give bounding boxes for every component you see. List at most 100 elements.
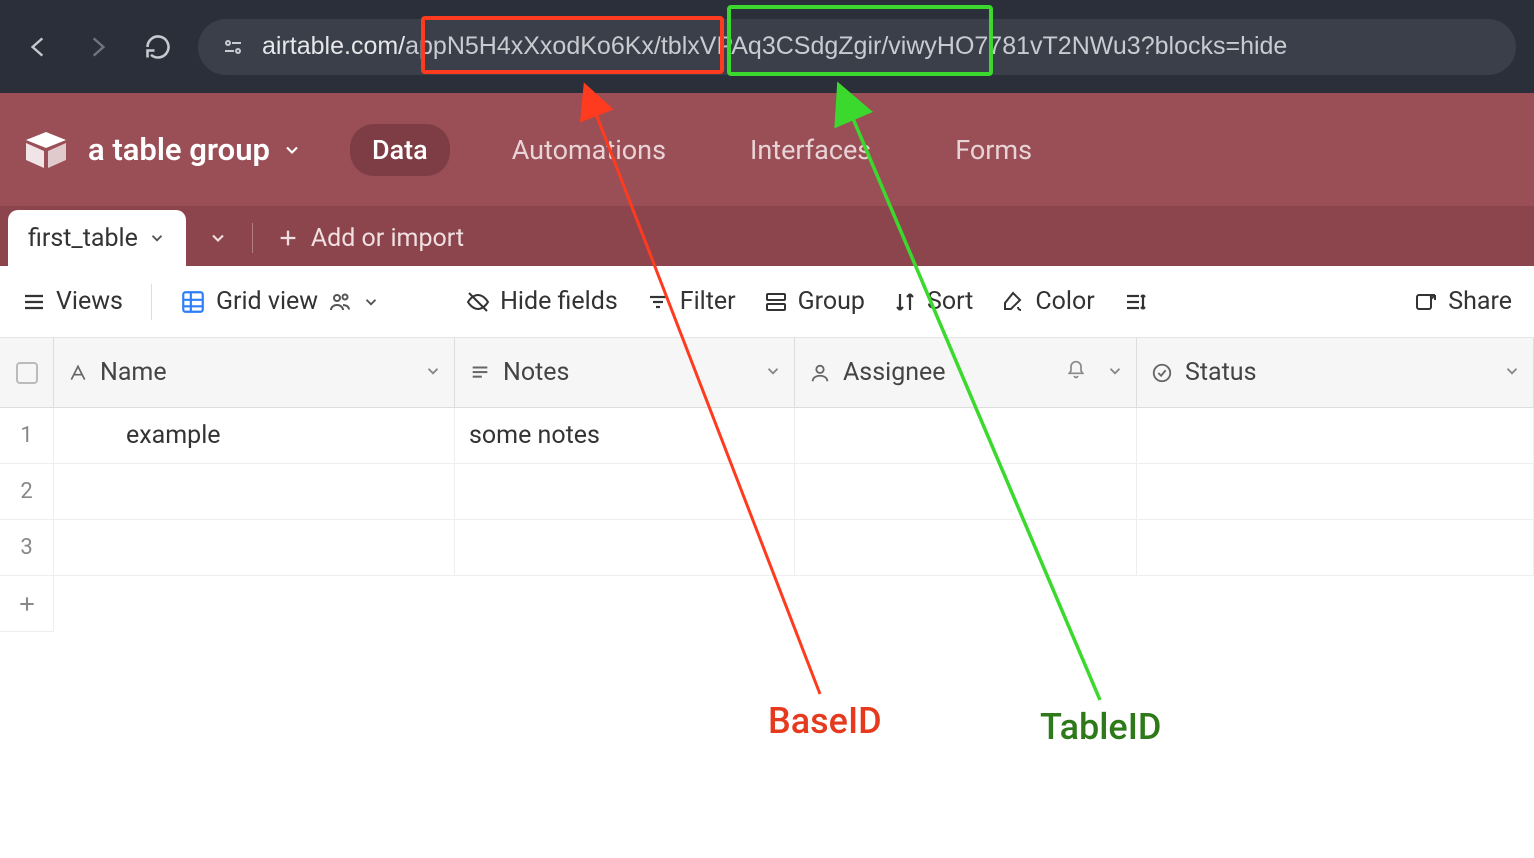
row-height-button[interactable]: [1123, 290, 1147, 314]
column-header-name[interactable]: Name: [54, 338, 455, 407]
annotation-label-tableid: TableID: [1040, 706, 1161, 748]
grid-view-label: Grid view: [216, 287, 318, 316]
grid-header: Name Notes Assignee Status: [0, 338, 1534, 408]
browser-chrome: airtable.com/appN5H4xXxodKo6Kx/tblxVPAq3…: [0, 0, 1534, 93]
column-assignee-label: Assignee: [843, 358, 946, 387]
people-icon: [328, 290, 352, 314]
color-button[interactable]: Color: [1001, 287, 1094, 316]
grid-icon: [180, 289, 206, 315]
row-number: 2: [0, 464, 54, 519]
url-bar[interactable]: airtable.com/appN5H4xXxodKo6Kx/tblxVPAq3…: [198, 19, 1516, 75]
views-button[interactable]: Views: [22, 287, 123, 316]
sort-label: Sort: [927, 287, 973, 316]
hide-fields-button[interactable]: Hide fields: [466, 287, 618, 316]
status-icon: [1151, 362, 1173, 384]
add-or-import-button[interactable]: Add or import: [277, 224, 464, 253]
share-label: Share: [1448, 287, 1512, 316]
row-height-icon: [1123, 290, 1147, 314]
table-tabs-bar: first_table Add or import: [0, 206, 1534, 266]
back-button[interactable]: [18, 27, 58, 67]
table-row[interactable]: 1 example some notes: [0, 408, 1534, 464]
view-toolbar: Views Grid view Hide fields Filter Group…: [0, 266, 1534, 338]
column-name-label: Name: [100, 358, 167, 387]
user-icon: [809, 362, 831, 384]
tab-interfaces[interactable]: Interfaces: [728, 124, 893, 176]
hide-fields-label: Hide fields: [500, 287, 618, 316]
share-button[interactable]: Share: [1414, 287, 1512, 316]
chevron-down-icon[interactable]: [1106, 358, 1124, 387]
base-name[interactable]: a table group: [88, 131, 302, 168]
cell-status[interactable]: [1137, 408, 1534, 463]
table-row[interactable]: 2: [0, 464, 1534, 520]
grid-body: 1 example some notes 2 3: [0, 408, 1534, 632]
text-icon: [68, 363, 88, 383]
tab-interfaces-label: Interfaces: [750, 134, 871, 166]
chevron-down-icon[interactable]: [208, 228, 228, 248]
chevron-down-icon: [362, 293, 380, 311]
cell-status[interactable]: [1137, 464, 1534, 519]
chevron-down-icon: [148, 229, 166, 247]
eye-off-icon: [466, 290, 490, 314]
grid-view-button[interactable]: Grid view: [180, 287, 380, 316]
base-name-label: a table group: [88, 131, 270, 168]
chevron-down-icon[interactable]: [1503, 358, 1521, 387]
divider: [252, 223, 253, 253]
tab-forms-label: Forms: [955, 134, 1032, 166]
filter-label: Filter: [680, 287, 736, 316]
row-number: 3: [0, 520, 54, 575]
row-number: 1: [0, 408, 54, 463]
paint-icon: [1001, 290, 1025, 314]
share-icon: [1414, 290, 1438, 314]
views-label: Views: [56, 287, 123, 316]
app-header: a table group Data Automations Interface…: [0, 93, 1534, 206]
chevron-down-icon[interactable]: [424, 358, 442, 387]
add-row-button[interactable]: [0, 576, 54, 632]
nav-tabs: Data Automations Interfaces Forms: [350, 124, 1054, 176]
select-all-checkbox[interactable]: [0, 338, 54, 407]
divider: [151, 284, 152, 320]
url-text: airtable.com/appN5H4xXxodKo6Kx/tblxVPAq3…: [262, 32, 1287, 61]
tab-forms[interactable]: Forms: [933, 124, 1054, 176]
airtable-logo-icon[interactable]: [22, 126, 70, 174]
menu-icon: [22, 290, 46, 314]
cell-notes[interactable]: [455, 520, 795, 575]
cell-name[interactable]: [54, 520, 455, 575]
table-tab-label: first_table: [28, 224, 138, 253]
column-header-assignee[interactable]: Assignee: [795, 338, 1137, 407]
plus-icon: [277, 227, 299, 249]
tab-automations[interactable]: Automations: [490, 124, 688, 176]
table-row[interactable]: 3: [0, 520, 1534, 576]
group-icon: [764, 290, 788, 314]
tab-data[interactable]: Data: [350, 124, 450, 176]
forward-button[interactable]: [78, 27, 118, 67]
color-label: Color: [1035, 287, 1094, 316]
filter-icon: [646, 290, 670, 314]
cell-notes[interactable]: [455, 464, 795, 519]
cell-status[interactable]: [1137, 520, 1534, 575]
cell-assignee[interactable]: [795, 408, 1137, 463]
site-settings-icon[interactable]: [220, 34, 246, 60]
column-header-status[interactable]: Status: [1137, 338, 1534, 407]
column-header-notes[interactable]: Notes: [455, 338, 795, 407]
reload-button[interactable]: [138, 27, 178, 67]
bell-icon[interactable]: [1066, 358, 1086, 387]
column-notes-label: Notes: [503, 358, 569, 387]
cell-assignee[interactable]: [795, 520, 1137, 575]
tab-automations-label: Automations: [512, 134, 666, 166]
add-import-label: Add or import: [311, 224, 464, 253]
table-tab-first_table[interactable]: first_table: [8, 210, 186, 266]
filter-button[interactable]: Filter: [646, 287, 736, 316]
group-label: Group: [798, 287, 865, 316]
annotation-label-baseid: BaseID: [768, 700, 882, 742]
cell-name[interactable]: [54, 464, 455, 519]
cell-assignee[interactable]: [795, 464, 1137, 519]
cell-notes[interactable]: some notes: [455, 408, 795, 463]
sort-icon: [893, 290, 917, 314]
group-button[interactable]: Group: [764, 287, 865, 316]
plus-icon: [17, 594, 37, 614]
tab-data-label: Data: [372, 134, 428, 166]
chevron-down-icon[interactable]: [764, 358, 782, 387]
column-status-label: Status: [1185, 358, 1256, 387]
sort-button[interactable]: Sort: [893, 287, 973, 316]
cell-name[interactable]: example: [54, 408, 455, 463]
